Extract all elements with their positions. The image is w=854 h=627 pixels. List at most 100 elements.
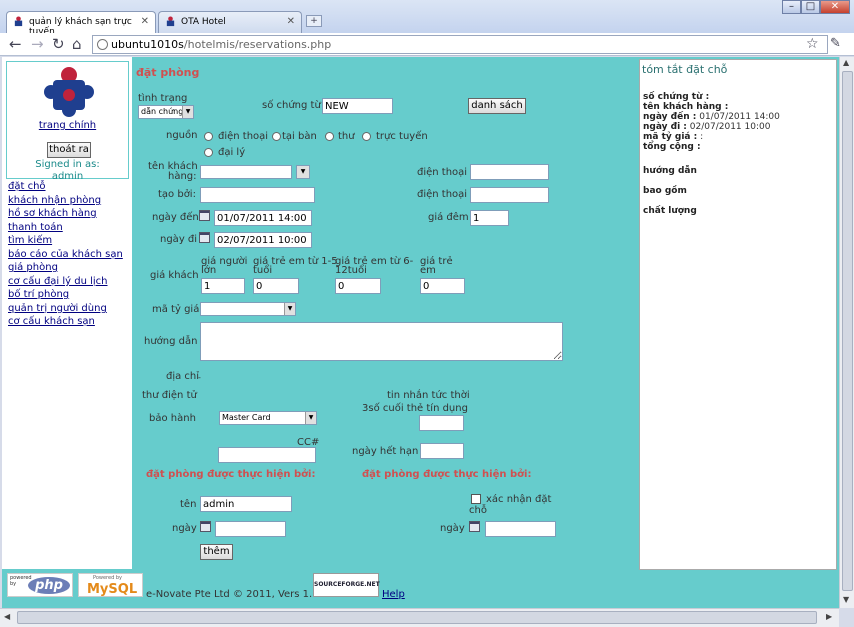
confirm-date-input[interactable] [485, 521, 556, 537]
phone-input-2[interactable] [470, 187, 549, 203]
date-label-left: ngày [172, 523, 197, 534]
scroll-up-icon[interactable]: ▲ [843, 58, 849, 67]
last3-input[interactable] [419, 415, 464, 431]
sidebar-link-agents[interactable]: cơ cấu đại lý du lịch [8, 276, 108, 287]
created-by-input[interactable] [200, 187, 315, 203]
instructions-textarea[interactable] [200, 322, 563, 361]
summary-voucher: số chứng từ : [643, 92, 710, 102]
sidebar-link-search[interactable]: tìm kiếm [8, 235, 52, 246]
maximize-button[interactable]: □ [801, 0, 820, 14]
source-radio-agent[interactable] [204, 148, 213, 157]
signed-in-label: Signed in as: [35, 159, 100, 170]
booked-date-calendar-icon[interactable] [200, 521, 211, 532]
scroll-thumb-horizontal[interactable] [17, 611, 817, 624]
scroll-right-icon[interactable]: ▶ [826, 612, 832, 621]
rate-code-select[interactable]: ▼ [200, 302, 296, 316]
minimize-button[interactable]: – [782, 0, 801, 14]
checkout-calendar-icon[interactable] [199, 232, 210, 243]
confirm-checkbox[interactable] [471, 494, 481, 504]
home-link[interactable]: trang chính [7, 120, 128, 131]
phone-input-1[interactable] [470, 164, 549, 180]
bookmark-star-icon[interactable]: ☆ [806, 35, 819, 53]
child-6-12-input[interactable] [335, 278, 381, 294]
sourceforge-logo: SOURCEFORGE.NET [313, 573, 380, 597]
adult-price-input[interactable] [201, 278, 245, 294]
summary-checkout: ngày đi : 02/07/2011 10:00 [643, 122, 771, 132]
source-radio-online[interactable] [362, 132, 371, 141]
guest-name-dropdown[interactable]: ▼ [296, 165, 310, 179]
infant-price-input[interactable] [420, 278, 465, 294]
expiry-input[interactable] [420, 443, 464, 459]
list-button[interactable]: danh sách [468, 98, 526, 114]
name-label: tên [180, 499, 197, 510]
chevron-down-icon: ▼ [305, 412, 316, 424]
vertical-scrollbar[interactable]: ▲ ▼ [839, 57, 854, 608]
source-radio-phone[interactable] [204, 132, 213, 141]
child-1-5-label-2: tuổi [253, 265, 273, 276]
footer: powered by php Powered by MySQL e-Novate… [2, 569, 839, 608]
sidebar-link-hotel-setup[interactable]: cơ cấu khách sạn [8, 316, 95, 327]
address-bar[interactable]: ubuntu1010s/hotelmis/reservations.php [92, 35, 828, 54]
instructions-label: hướng dẫn [144, 336, 198, 347]
scroll-down-icon[interactable]: ▼ [843, 595, 849, 604]
add-button[interactable]: thêm [200, 544, 233, 560]
php-logo: powered by php [7, 573, 73, 597]
cc-input[interactable] [218, 447, 316, 463]
help-link[interactable]: Help [382, 589, 405, 600]
home-icon[interactable]: ⌂ [72, 35, 82, 53]
sidebar-link-reports[interactable]: báo cáo của khách sạn [8, 249, 123, 260]
sidebar-link-room-layout[interactable]: bố trí phòng [8, 289, 69, 300]
expiry-label: ngày hết hạn [352, 446, 419, 457]
date-label-right: ngày [440, 523, 465, 534]
checkin-input[interactable] [214, 210, 312, 226]
summary-rate: mã tỷ giá : : [643, 132, 704, 142]
close-tab-icon[interactable]: ✕ [141, 16, 149, 27]
wrench-icon[interactable]: ✎ [830, 35, 841, 53]
night-price-input[interactable] [470, 210, 509, 226]
child-1-5-input[interactable] [253, 278, 299, 294]
horizontal-scrollbar[interactable]: ◀ ▶ [0, 608, 839, 627]
form-title: đặt phòng [136, 66, 200, 79]
back-icon[interactable]: ← [9, 35, 22, 53]
checkin-calendar-icon[interactable] [199, 210, 210, 221]
rate-code-label: mã tỷ giá [152, 304, 200, 315]
status-select[interactable]: dẫn chứng ▼ [138, 105, 194, 119]
browser-tabstrip: quản lý khách sạn trực tuyến ✕ OTA Hotel… [0, 0, 854, 37]
sidebar-link-guest-profile[interactable]: hồ sơ khách hàng [8, 208, 97, 219]
logout-button[interactable]: thoát ra [47, 142, 91, 158]
im-label: tin nhắn tức thời [387, 390, 470, 401]
url-host: ubuntu1010s [111, 38, 184, 51]
sidebar-link-room-rates[interactable]: giá phòng [8, 262, 58, 273]
email-label: thư điện tử [142, 390, 197, 401]
source-radio-mail[interactable] [325, 132, 334, 141]
reload-icon[interactable]: ↻ [52, 35, 65, 53]
close-tab-icon[interactable]: ✕ [287, 16, 295, 27]
address-label: địa chỉ [166, 371, 200, 382]
source-option-desk: tại bàn [282, 131, 317, 142]
last3-label: 3số cuối thẻ tín dụng [362, 403, 468, 414]
forward-icon[interactable]: → [31, 35, 44, 53]
confirm-date-calendar-icon[interactable] [469, 521, 480, 532]
booked-by-name-input[interactable] [200, 496, 292, 512]
address-value: - [198, 373, 201, 382]
sidebar-link-checkin[interactable]: khách nhận phòng [8, 195, 101, 206]
voucher-label: số chứng từ [262, 100, 321, 111]
sidebar-link-payment[interactable]: thanh toán [8, 222, 63, 233]
adult-price-label-2: lớn [201, 265, 217, 276]
reservation-form: đặt phòng tình trạng dẫn chứng ▼ số chứng… [132, 57, 638, 569]
new-tab-button[interactable]: + [306, 15, 322, 27]
source-radio-desk[interactable] [272, 132, 281, 141]
sidebar-link-user-admin[interactable]: quản trị người dùng [8, 303, 107, 314]
sidebar-link-reservations[interactable]: đặt chỗ [8, 181, 46, 192]
voucher-input[interactable] [322, 98, 393, 114]
tab-hotel-management[interactable]: quản lý khách sạn trực tuyến ✕ [6, 11, 156, 37]
guest-name-select[interactable] [200, 165, 292, 179]
booked-date-input[interactable] [215, 521, 286, 537]
close-window-button[interactable]: ✕ [820, 0, 850, 14]
tab-ota-hotel[interactable]: OTA Hotel ✕ [158, 11, 302, 33]
page-icon [97, 39, 108, 50]
scroll-left-icon[interactable]: ◀ [4, 612, 10, 621]
checkout-input[interactable] [214, 232, 312, 248]
card-type-select[interactable]: Master Card ▼ [219, 411, 317, 425]
scroll-thumb[interactable] [842, 71, 853, 591]
